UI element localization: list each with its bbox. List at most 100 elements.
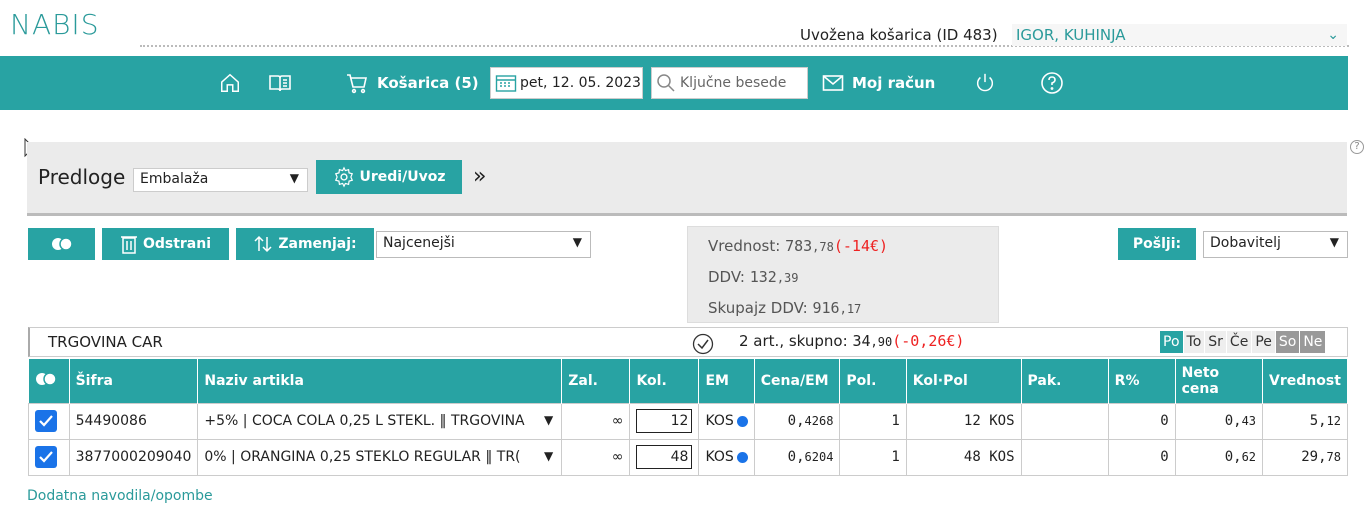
- store-name: TRGOVINA CAR: [48, 333, 163, 351]
- cart-icon: [347, 74, 367, 94]
- toggle-circles-icon: [51, 237, 73, 251]
- column-header[interactable]: Naziv artikla: [197, 359, 563, 403]
- day-ne[interactable]: Ne: [1300, 331, 1326, 353]
- chevron-down-icon: ▼: [544, 448, 554, 463]
- basket-label: Uvožena košarica (ID 483): [800, 26, 998, 44]
- item-price: 0,6204: [753, 438, 841, 476]
- logout-button[interactable]: [974, 56, 996, 110]
- remove-label: Odstrani: [142, 236, 212, 252]
- item-price-dec: 6204: [804, 450, 834, 464]
- qty-input[interactable]: 12: [636, 409, 693, 433]
- send-label-box: Pošlji:: [1118, 228, 1196, 260]
- item-price-int: 0,: [787, 449, 805, 465]
- edit-import-button[interactable]: Uredi/Uvoz: [316, 160, 462, 194]
- help-button[interactable]: [1040, 56, 1064, 110]
- replace-select[interactable]: Najcenejši ▼: [376, 231, 591, 258]
- item-value-int: 5,: [1309, 413, 1327, 429]
- column-header[interactable]: Kol·Pol: [906, 359, 1022, 403]
- item-name-select[interactable]: 0% | ORANGINA 0,25 STEKLO REGULAR ‖ TR( …: [197, 438, 563, 476]
- column-header[interactable]: Šifra: [69, 359, 199, 403]
- column-header[interactable]: Pol.: [839, 359, 907, 403]
- day-sr[interactable]: Sr: [1205, 331, 1226, 353]
- cart-label: Košarica (5): [377, 74, 479, 92]
- item-kolpol: 48 KOS: [905, 438, 1022, 476]
- item-unit: KOS: [705, 413, 734, 429]
- item-value-int: 29,: [1301, 449, 1327, 465]
- row-checkbox-cell[interactable]: [28, 438, 70, 476]
- page-help-icon[interactable]: ?: [1350, 140, 1364, 154]
- cart-button[interactable]: Košarica (5): [345, 56, 479, 110]
- item-discount: 0: [1107, 438, 1176, 476]
- checkmark-icon: [39, 415, 53, 427]
- item-name-select[interactable]: +5% | COCA COLA 0,25 L STEKL. ‖ TRGOVINA…: [197, 402, 563, 440]
- summary-total-dec: ,17: [839, 302, 862, 316]
- summary-value: Vrednost: 783,78(-14€): [708, 231, 978, 262]
- catalog-button[interactable]: [268, 56, 292, 110]
- column-header[interactable]: Pak.: [1021, 359, 1109, 403]
- day-pe[interactable]: Pe: [1252, 331, 1275, 353]
- check-circle-icon[interactable]: [692, 333, 714, 355]
- summary-value-diff: (-14€): [833, 237, 889, 255]
- remove-button[interactable]: Odstrani: [102, 228, 229, 260]
- summary-total-label: Skupajz DDV:: [708, 299, 808, 317]
- summary-vat-int: 132: [749, 268, 777, 286]
- row-checkbox[interactable]: [35, 410, 57, 432]
- swap-arrows-icon: [254, 235, 272, 253]
- qty-input[interactable]: 48: [636, 445, 693, 469]
- home-button[interactable]: [219, 56, 241, 110]
- item-name: 0% | ORANGINA 0,25 STEKLO REGULAR ‖ TR(: [204, 449, 521, 465]
- row-checkbox[interactable]: [35, 446, 57, 468]
- help-icon: [1041, 72, 1063, 94]
- store-total-diff: (-0,26€): [892, 332, 965, 350]
- unit-status-dot[interactable]: [736, 415, 748, 427]
- item-qty-cell: 48: [629, 438, 700, 476]
- column-header[interactable]: Kol.: [629, 359, 700, 403]
- table-row: 3877000209040 0% | ORANGINA 0,25 STEKLO …: [28, 438, 1348, 476]
- table-header-row: Šifra Naziv artikla Zal. Kol. EM Cena/EM…: [28, 359, 1348, 403]
- summary-vat-dec: ,39: [776, 271, 799, 285]
- nabis-logo[interactable]: NABIS: [10, 6, 140, 42]
- date-picker[interactable]: pet, 12. 05. 2023: [490, 67, 643, 99]
- search-input[interactable]: Ključne besede: [651, 67, 808, 99]
- summary-value-int: 783: [785, 237, 813, 255]
- trash-icon: [120, 236, 137, 254]
- column-header[interactable]: EM: [698, 359, 755, 403]
- item-stock: ∞: [561, 438, 631, 476]
- additional-notes-link[interactable]: Dodatna navodila/opombe: [27, 488, 213, 504]
- row-checkbox-cell[interactable]: [28, 402, 70, 440]
- checkmark-icon: [39, 451, 53, 463]
- column-header[interactable]: Neto cena: [1175, 359, 1264, 403]
- templates-label: Predloge: [38, 165, 126, 189]
- templates-select[interactable]: Embalaža ▼: [133, 168, 308, 192]
- expand-more-button[interactable]: »: [473, 164, 486, 189]
- column-header[interactable]: R%: [1108, 359, 1176, 403]
- send-select[interactable]: Dobavitelj ▼: [1203, 231, 1348, 258]
- column-header[interactable]: Cena/EM: [754, 359, 841, 403]
- store-total-int: 34: [852, 332, 871, 350]
- replace-label: Zamenjaj:: [278, 236, 357, 252]
- item-code: 3877000209040: [68, 438, 199, 476]
- summary-vat: DDV: 132,39: [708, 262, 978, 293]
- item-net-price: 0,43: [1174, 402, 1264, 440]
- day-po[interactable]: Po: [1160, 331, 1183, 353]
- basket-select[interactable]: IGOR, KUHINJA ⌄: [1012, 24, 1347, 46]
- item-net-int: 0,: [1224, 413, 1242, 429]
- column-header[interactable]: Zal.: [561, 359, 631, 403]
- account-button[interactable]: Moj račun: [822, 56, 935, 110]
- column-header[interactable]: Vrednost: [1262, 359, 1348, 403]
- day-so[interactable]: So: [1275, 331, 1300, 353]
- item-net-int: 0,: [1224, 449, 1242, 465]
- item-price-int: 0,: [787, 413, 805, 429]
- item-discount: 0: [1107, 402, 1176, 440]
- summary-value-label: Vrednost:: [708, 237, 781, 255]
- templates-select-value: Embalaža: [140, 171, 209, 187]
- day-to[interactable]: To: [1183, 331, 1205, 353]
- toggle-select-button[interactable]: [28, 228, 95, 260]
- item-stock: ∞: [561, 402, 631, 440]
- item-pol: 1: [839, 438, 907, 476]
- unit-status-dot[interactable]: [736, 451, 748, 463]
- store-total: 2 art., skupno: 34,90(-0,26€): [739, 332, 964, 350]
- day-ce[interactable]: Če: [1226, 331, 1252, 353]
- select-all-header[interactable]: [28, 359, 70, 403]
- replace-button[interactable]: Zamenjaj:: [236, 228, 374, 260]
